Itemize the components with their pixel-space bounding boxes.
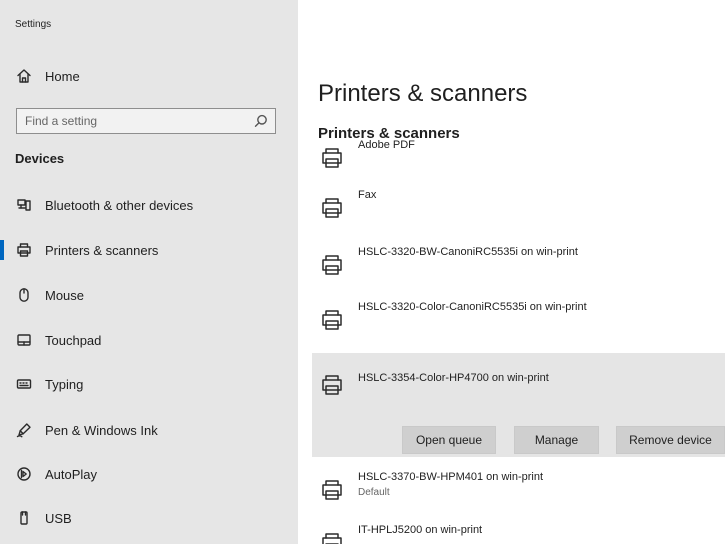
sidebar-item-mouse[interactable]: Mouse: [0, 278, 298, 312]
open-queue-button[interactable]: Open queue: [402, 426, 496, 454]
sidebar-item-label: Typing: [45, 376, 84, 392]
printer-item-it-hplj5200[interactable]: IT-HPLJ5200 on win-print: [312, 523, 725, 544]
default-printer-status: Default: [358, 487, 390, 498]
home-icon: [15, 67, 33, 85]
autoplay-icon: [15, 465, 33, 483]
mouse-icon: [15, 286, 33, 304]
settings-search-box[interactable]: [16, 108, 276, 134]
printer-name: HSLC-3320-Color-CanoniRC5535i on win-pri…: [358, 301, 587, 313]
printer-name: IT-HPLJ5200 on win-print: [358, 524, 483, 536]
home-label: Home: [45, 68, 80, 84]
printer-item-hslc-3320-color[interactable]: HSLC-3320-Color-CanoniRC5535i on win-pri…: [312, 300, 725, 344]
sidebar-item-label: Printers & scanners: [45, 242, 159, 258]
sidebar-item-typing[interactable]: Typing: [0, 367, 298, 401]
printer-icon: [320, 253, 344, 277]
sidebar-item-label: Bluetooth & other devices: [45, 197, 194, 213]
search-icon[interactable]: [254, 114, 268, 128]
sidebar-item-printers-scanners[interactable]: Printers & scanners: [0, 233, 298, 267]
printer-icon: [320, 373, 344, 397]
printer-name: HSLC-3354-Color-HP4700 on win-print: [358, 372, 549, 384]
printer-name: Adobe PDF: [358, 139, 415, 151]
touchpad-icon: [15, 331, 33, 349]
printer-icon: [320, 196, 344, 220]
sidebar-item-label: Pen & Windows Ink: [45, 422, 158, 438]
printer-icon: [320, 478, 344, 502]
home-nav-item[interactable]: Home: [0, 60, 298, 92]
printers-main-pane: Printers & scanners Printers & scanners …: [298, 0, 725, 544]
remove-device-button[interactable]: Remove device: [616, 426, 725, 454]
pen-icon: [15, 421, 33, 439]
sidebar-item-label: USB: [45, 510, 72, 526]
usb-icon: [15, 509, 33, 527]
bluetooth-devices-icon: [15, 196, 33, 214]
printer-name: HSLC-3320-BW-CanoniRC5535i on win-print: [358, 246, 578, 258]
printer-name: Fax: [358, 189, 377, 201]
printer-icon: [15, 241, 33, 259]
settings-window: Settings Home Devices Bluetooth & other …: [0, 0, 725, 544]
page-title: Printers & scanners: [318, 80, 528, 108]
devices-section-title: Devices: [15, 151, 65, 166]
printer-item-hslc-3320-bw[interactable]: HSLC-3320-BW-CanoniRC5535i on win-print: [312, 245, 725, 289]
printer-name: HSLC-3370-BW-HPM401 on win-print: [358, 471, 544, 483]
selected-printer-panel[interactable]: HSLC-3354-Color-HP4700 on win-print Open…: [312, 353, 725, 457]
sidebar-item-pen-windows-ink[interactable]: Pen & Windows Ink: [0, 413, 298, 447]
printer-item-hslc-3354-color[interactable]: HSLC-3354-Color-HP4700 on win-print: [312, 353, 725, 403]
keyboard-icon: [15, 375, 33, 393]
sidebar-item-usb[interactable]: USB: [0, 501, 298, 535]
printer-item-fax[interactable]: Fax: [312, 188, 725, 232]
sidebar-item-label: Mouse: [45, 287, 85, 303]
sidebar-item-label: AutoPlay: [45, 466, 98, 482]
window-title: Settings: [15, 19, 52, 30]
printer-item-hslc-3370-bw[interactable]: HSLC-3370-BW-HPM401 on win-print Default: [312, 470, 725, 514]
sidebar-item-touchpad[interactable]: Touchpad: [0, 323, 298, 357]
sidebar-item-autoplay[interactable]: AutoPlay: [0, 457, 298, 491]
sidebar-item-bluetooth[interactable]: Bluetooth & other devices: [0, 188, 298, 222]
printer-item-adobe-pdf[interactable]: Adobe PDF: [312, 138, 725, 182]
printer-icon: [320, 531, 344, 544]
sidebar-item-label: Touchpad: [45, 332, 102, 348]
manage-button[interactable]: Manage: [514, 426, 599, 454]
settings-search-input[interactable]: [17, 109, 263, 133]
printer-icon: [320, 308, 344, 332]
settings-sidebar: Settings Home Devices Bluetooth & other …: [0, 0, 298, 544]
printer-icon: [320, 146, 344, 170]
